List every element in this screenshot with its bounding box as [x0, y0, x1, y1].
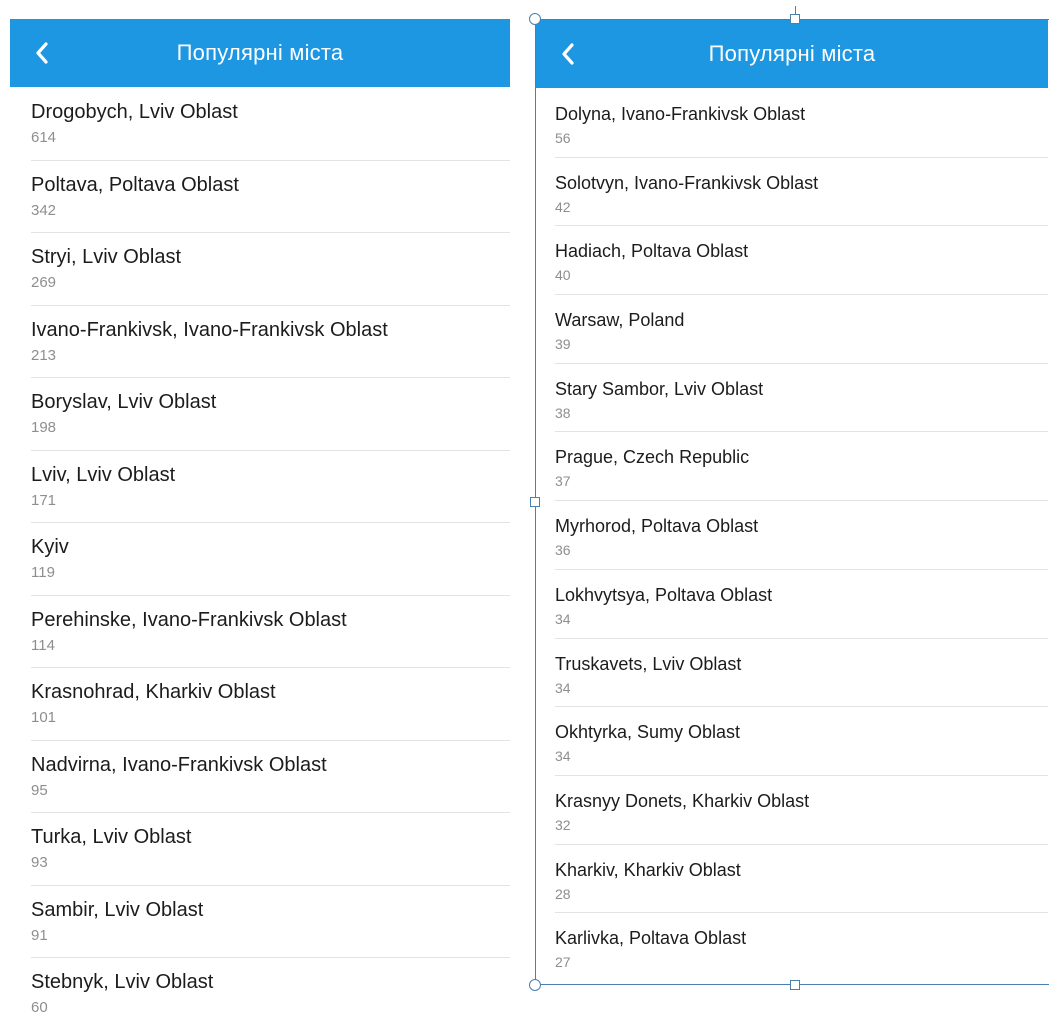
- city-name: Myrhorod, Poltava Oblast: [555, 516, 759, 537]
- city-name: Hadiach, Poltava Oblast: [555, 241, 749, 262]
- city-count: 34: [555, 679, 571, 696]
- city-name: Krasnyy Donets, Kharkiv Oblast: [555, 790, 810, 811]
- list-item[interactable]: Stryi, Lviv Oblast 269: [10, 233, 510, 306]
- city-count: 60: [31, 999, 48, 1016]
- city-count: 27: [555, 954, 571, 969]
- city-name: Truskavets, Lviv Oblast: [555, 653, 742, 674]
- list-item[interactable]: Sambir, Lviv Oblast 91: [10, 886, 510, 959]
- city-count: 95: [31, 781, 48, 799]
- city-count: 114: [31, 636, 55, 654]
- list-item[interactable]: Nadvirna, Ivano-Frankivsk Oblast 95: [10, 741, 510, 814]
- city-count: 40: [555, 267, 571, 284]
- city-count: 42: [555, 198, 571, 215]
- city-count: 34: [555, 610, 571, 627]
- city-name: Poltava, Poltava Oblast: [31, 173, 239, 196]
- list-item[interactable]: Perehinske, Ivano-Frankivsk Oblast 114: [10, 596, 510, 669]
- city-count: 119: [31, 564, 55, 581]
- city-name: Stryi, Lviv Oblast: [31, 246, 182, 268]
- city-count: 101: [31, 709, 57, 726]
- resize-handle-bottom[interactable]: [790, 980, 800, 990]
- list-item[interactable]: Ivano-Frankivsk, Ivano-Frankivsk Oblast 2…: [10, 306, 510, 379]
- city-name: Stary Sambor, Lviv Oblast: [555, 378, 764, 399]
- city-count: 37: [555, 473, 571, 490]
- city-name: Turka, Lviv Oblast: [31, 826, 192, 848]
- city-name: Okhtyrka, Sumy Oblast: [555, 722, 741, 743]
- list-item[interactable]: Okhtyrka, Sumy Oblast 34: [536, 707, 1048, 776]
- city-count: 213: [31, 346, 57, 364]
- city-name: Kharkiv, Kharkiv Oblast: [555, 859, 741, 880]
- city-count: 28: [555, 885, 571, 902]
- city-name: Nadvirna, Ivano-Frankivsk Oblast: [31, 753, 327, 776]
- city-name: Lokhvytsya, Poltava Oblast: [555, 584, 773, 605]
- resize-handle-bottom-left[interactable]: [529, 979, 541, 991]
- city-name: Sambir, Lviv Oblast: [31, 898, 204, 921]
- list-item[interactable]: Dolyna, Ivano-Frankivsk Oblast 56: [536, 89, 1048, 158]
- list-item[interactable]: Prague, Czech Republic 37: [536, 432, 1048, 501]
- list-item[interactable]: Hadiach, Poltava Oblast 40: [536, 226, 1048, 295]
- list-item[interactable]: Truskavets, Lviv Oblast 34: [536, 639, 1048, 708]
- list-item[interactable]: Myrhorod, Poltava Oblast 36: [536, 501, 1048, 570]
- city-list: Dolyna, Ivano-Frankivsk Oblast 56 Solotvyn…: [536, 89, 1048, 969]
- list-item[interactable]: Boryslav, Lviv Oblast 198: [10, 378, 510, 451]
- city-count: 342: [31, 201, 57, 219]
- city-count: 38: [555, 404, 571, 421]
- city-count: 32: [555, 816, 571, 833]
- city-name: Stebnyk, Lviv Oblast: [31, 971, 214, 993]
- list-item[interactable]: Krasnohrad, Kharkiv Oblast 101: [10, 668, 510, 741]
- city-name: Perehinske, Ivano-Frankivsk Oblast: [31, 608, 347, 631]
- resize-handle-left[interactable]: [530, 497, 540, 507]
- list-item[interactable]: Kyiv 119: [10, 523, 510, 596]
- city-count: 614: [31, 129, 57, 146]
- city-name: Warsaw, Poland: [555, 310, 685, 331]
- city-name: Kyiv: [31, 536, 69, 558]
- city-name: Prague, Czech Republic: [555, 447, 750, 468]
- city-name: Solotvyn, Ivano-Frankivsk Oblast: [555, 172, 819, 193]
- navbar: Популярні міста: [10, 19, 510, 87]
- screen-left: Популярні міста Drogobych, Lviv Oblast 61…: [10, 0, 510, 1016]
- list-item[interactable]: Lviv, Lviv Oblast 171: [10, 451, 510, 524]
- list-item[interactable]: Stebnyk, Lviv Oblast 60: [10, 958, 510, 1016]
- city-count: 34: [555, 748, 571, 765]
- list-item[interactable]: Stary Sambor, Lviv Oblast 38: [536, 364, 1048, 433]
- resize-handle-top[interactable]: [790, 14, 800, 24]
- city-name: Lviv, Lviv Oblast: [31, 463, 176, 486]
- city-count: 56: [555, 130, 571, 146]
- city-count: 39: [555, 336, 571, 353]
- city-count: 171: [31, 491, 57, 509]
- list-item[interactable]: Turka, Lviv Oblast 93: [10, 813, 510, 886]
- city-count: 269: [31, 274, 57, 291]
- resize-handle-top-left[interactable]: [529, 13, 541, 25]
- city-count: 91: [31, 926, 48, 944]
- screen-right: Популярні міста Dolyna, Ivano-Frankivsk …: [536, 0, 1048, 969]
- city-count: 198: [31, 419, 57, 436]
- city-list: Drogobych, Lviv Oblast 614 Poltava, Poltav…: [10, 88, 510, 1016]
- list-item[interactable]: Kharkiv, Kharkiv Oblast 28: [536, 845, 1048, 914]
- list-item[interactable]: Warsaw, Poland 39: [536, 295, 1048, 364]
- city-name: Krasnohrad, Kharkiv Oblast: [31, 681, 276, 703]
- page-title: Популярні міста: [176, 40, 344, 65]
- list-item[interactable]: Drogobych, Lviv Oblast 614: [10, 88, 510, 161]
- list-item[interactable]: Karlivka, Poltava Oblast 27: [536, 913, 1048, 969]
- list-item[interactable]: Poltava, Poltava Oblast 342: [10, 161, 510, 234]
- city-count: 36: [555, 542, 571, 559]
- list-item[interactable]: Lokhvytsya, Poltava Oblast 34: [536, 570, 1048, 639]
- city-name: Drogobych, Lviv Oblast: [31, 101, 238, 123]
- list-item[interactable]: Solotvyn, Ivano-Frankivsk Oblast 42: [536, 158, 1048, 227]
- page-title: Популярні міста: [708, 41, 876, 66]
- navbar: Популярні міста: [536, 20, 1048, 88]
- list-item[interactable]: Krasnyy Donets, Kharkiv Oblast 32: [536, 776, 1048, 845]
- city-name: Ivano-Frankivsk, Ivano-Frankivsk Oblast: [31, 318, 388, 341]
- city-name: Dolyna, Ivano-Frankivsk Oblast: [555, 104, 806, 124]
- city-name: Boryslav, Lviv Oblast: [31, 391, 217, 413]
- city-name: Karlivka, Poltava Oblast: [555, 928, 747, 949]
- city-count: 93: [31, 854, 48, 871]
